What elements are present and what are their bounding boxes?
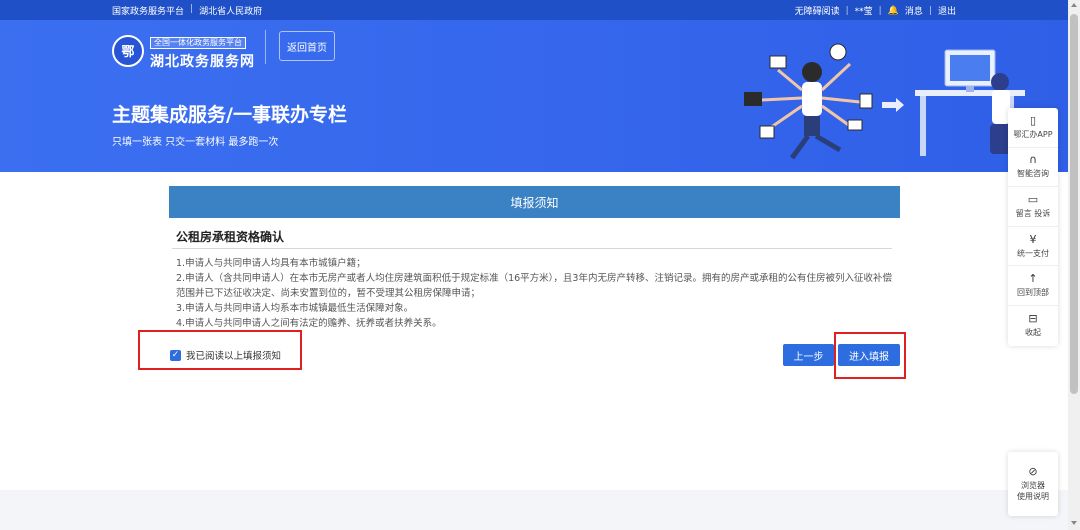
- logout-link[interactable]: 退出: [938, 4, 956, 17]
- page-subtitle: 只填一张表 只交一套材料 最多跑一次: [112, 137, 279, 148]
- divider: [172, 248, 892, 249]
- separator: |: [928, 5, 932, 16]
- enter-form-button[interactable]: 进入填报: [838, 344, 900, 366]
- browser-guide-button[interactable]: ⊘ 浏览器 使用说明: [1008, 452, 1058, 516]
- notice-item: 4.申请人与共同申请人之间有法定的赡养、抚养或者扶养关系。: [176, 318, 442, 329]
- scroll-up-icon[interactable]: [1071, 3, 1077, 7]
- messages-link[interactable]: 消息: [905, 4, 923, 17]
- logo-tag: 全国一体化政务服务平台: [150, 37, 246, 49]
- phone-icon: ▯: [1029, 113, 1037, 127]
- side-toolbar: ▯ 鄂汇办APP ∩ 智能咨询 ▭ 留言 投诉 ¥ 统一支付 ↑ 回到顶部 ⊟ …: [1008, 108, 1058, 346]
- yen-icon: ¥: [1029, 232, 1037, 246]
- hubei-government-link[interactable]: 湖北省人民政府: [199, 4, 262, 17]
- sidebar-item-payment[interactable]: ¥ 统一支付: [1008, 227, 1058, 267]
- scroll-thumb[interactable]: [1070, 14, 1078, 394]
- emblem-icon: 鄂: [112, 34, 144, 67]
- scroll-down-icon[interactable]: [1071, 521, 1077, 525]
- headset-icon: ∩: [1028, 153, 1038, 167]
- logo-divider: [265, 30, 266, 64]
- logo-title: 湖北政务服务网: [150, 54, 255, 70]
- separator: |: [878, 5, 882, 16]
- sidebar-item-label: 智能咨询: [1017, 169, 1049, 179]
- notice-item: 1.申请人与共同申请人均具有本市城镇户籍；: [176, 258, 366, 269]
- return-home-button[interactable]: 返回首页: [279, 31, 335, 61]
- sidebar-item-label: 收起: [1025, 328, 1041, 338]
- accessibility-link[interactable]: 无障碍阅读: [795, 4, 840, 17]
- browser-guide-line2: 使用说明: [1017, 492, 1049, 501]
- sidebar-item-collapse[interactable]: ⊟ 收起: [1008, 306, 1058, 346]
- agree-label[interactable]: 我已阅读以上填报须知: [186, 348, 281, 362]
- footer: [0, 490, 1068, 530]
- chat-icon: ▭: [1027, 192, 1039, 206]
- sidebar-item-label: 回到顶部: [1017, 288, 1049, 298]
- agree-checkbox[interactable]: ✓: [170, 349, 181, 361]
- vertical-scrollbar[interactable]: [1068, 0, 1080, 530]
- notice-body: 1.申请人与共同申请人均具有本市城镇户籍； 2.申请人（含共同申请人）在本市无房…: [176, 256, 894, 331]
- page-title: 主题集成服务/一事联办专栏: [112, 104, 347, 126]
- notice-title: 公租房承租资格确认: [176, 230, 285, 244]
- sidebar-item-app[interactable]: ▯ 鄂汇办APP: [1008, 108, 1058, 148]
- sidebar-item-label: 统一支付: [1017, 248, 1049, 258]
- notice-item: 2.申请人（含共同申请人）在本市无房产或者人均住房建筑面积低于规定标准（16平方…: [176, 273, 892, 299]
- arrow-up-icon: ↑: [1028, 272, 1038, 286]
- separator: |: [190, 4, 194, 14]
- sidebar-item-back-to-top[interactable]: ↑ 回到顶部: [1008, 266, 1058, 306]
- bell-icon[interactable]: 🔔: [888, 6, 899, 16]
- national-platform-link[interactable]: 国家政务服务平台: [112, 4, 184, 17]
- top-bar: 国家政务服务平台 | 湖北省人民政府 无障碍阅读 | **莹 | 🔔 消息 | …: [0, 0, 1068, 20]
- sidebar-item-label: 鄂汇办APP: [1013, 129, 1053, 139]
- collapse-icon: ⊟: [1028, 312, 1038, 326]
- previous-step-button[interactable]: 上一步: [783, 344, 834, 366]
- compass-icon: ⊘: [1028, 465, 1038, 478]
- sidebar-item-label: 留言 投诉: [1015, 208, 1051, 218]
- user-name[interactable]: **莹: [855, 4, 873, 17]
- sidebar-item-feedback[interactable]: ▭ 留言 投诉: [1008, 187, 1058, 227]
- site-logo[interactable]: 鄂 全国一体化政务服务平台 湖北政务服务网: [112, 30, 255, 71]
- notice-item: 3.申请人与共同申请人均系本市城镇最低生活保障对象。: [176, 303, 414, 314]
- hero-banner: 鄂 全国一体化政务服务平台 湖北政务服务网 返回首页 主题集成服务/一事联办专栏…: [0, 20, 1068, 172]
- notice-header: 填报须知: [169, 186, 900, 218]
- separator: |: [845, 5, 849, 16]
- agree-checkbox-row[interactable]: ✓ 我已阅读以上填报须知: [170, 348, 281, 362]
- sidebar-item-consult[interactable]: ∩ 智能咨询: [1008, 148, 1058, 188]
- browser-guide-line1: 浏览器: [1021, 481, 1045, 490]
- main-content: 填报须知 公租房承租资格确认 1.申请人与共同申请人均具有本市城镇户籍； 2.申…: [0, 172, 1068, 490]
